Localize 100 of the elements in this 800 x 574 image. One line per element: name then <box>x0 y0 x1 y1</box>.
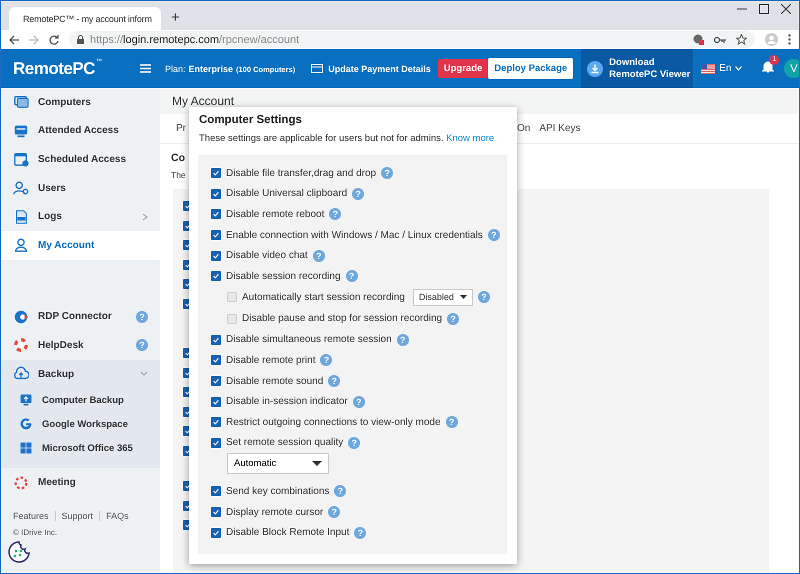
star-icon[interactable] <box>736 34 747 45</box>
browser-tab[interactable]: RemotePC™ - my account inform <box>9 7 161 30</box>
checkbox[interactable] <box>211 438 221 448</box>
connector-icon <box>13 308 29 325</box>
setting-label: Disable pause and stop for session recording <box>242 313 442 324</box>
checkbox[interactable] <box>211 250 221 261</box>
tab[interactable]: Pr <box>176 123 186 134</box>
section-text: The <box>171 170 186 180</box>
monitor-icon <box>13 94 29 110</box>
setting-label: Restrict outgoing connections to view-only mode <box>226 416 441 428</box>
chevron-down-icon <box>735 66 742 71</box>
plan-label: Plan: <box>164 64 186 74</box>
monitor-icon <box>13 122 29 139</box>
setting-label: Disable Block Remote Input <box>226 527 350 538</box>
bell-icon[interactable] <box>762 60 774 72</box>
tab[interactable]: On <box>517 123 530 134</box>
setting-label: Automatically start session recording <box>242 292 405 303</box>
setting-label: Disable Universal clipboard <box>226 188 348 200</box>
download-icon <box>587 60 604 76</box>
deploy-button[interactable]: Deploy Package <box>488 58 574 79</box>
setting-label: Send key combinations <box>226 486 330 497</box>
monitor-upload-icon <box>19 393 33 408</box>
footer-link[interactable]: Support <box>54 510 100 521</box>
checkbox[interactable] <box>211 188 221 199</box>
sidebar-item[interactable]: Attended Access <box>1 116 160 146</box>
setting-label: Enable connection with Windows / Mac / Linux credentials <box>226 230 483 241</box>
checkbox[interactable] <box>211 417 221 428</box>
know-more-link[interactable]: Know more <box>446 133 494 144</box>
lifebuoy-icon <box>13 337 29 354</box>
setting-label: Disable simultaneous remote session <box>226 334 392 346</box>
setting-label: Display remote cursor <box>226 506 324 518</box>
sidebar-item[interactable]: RDP Connector ? <box>1 302 160 332</box>
checkbox[interactable] <box>227 292 237 302</box>
section-title: Co <box>171 152 185 164</box>
setting-label: Disable remote sound <box>226 376 324 387</box>
payment-link[interactable]: Update Payment Details <box>328 64 431 74</box>
checkbox[interactable] <box>211 486 221 496</box>
checkbox[interactable] <box>211 209 221 220</box>
checkbox[interactable] <box>211 168 221 178</box>
key-icon[interactable] <box>714 36 726 44</box>
new-tab-button[interactable]: + <box>171 9 180 26</box>
caret-icon <box>312 461 322 466</box>
address-bar[interactable]: https://login.remotepc.com/rpcnew/account <box>69 31 755 48</box>
setting-label: Disable remote reboot <box>226 208 324 220</box>
avatar[interactable]: V <box>784 59 799 78</box>
g-letter-icon <box>19 417 33 432</box>
dialog-title: Computer Settings <box>199 114 303 126</box>
close-icon[interactable] <box>781 4 791 14</box>
sidebar-item[interactable]: My Account <box>1 230 160 260</box>
more-icon[interactable] <box>788 34 791 45</box>
setting-label: Disable remote print <box>226 354 316 366</box>
dropdown[interactable]: Disabled <box>412 288 473 306</box>
footer-link[interactable]: Features <box>13 510 55 521</box>
setting-label: Disable in-session indicator <box>226 396 348 408</box>
user-icon <box>13 237 29 254</box>
sidebar-subitem[interactable]: Microsoft Office 365 <box>1 436 160 460</box>
checkbox[interactable] <box>211 528 221 538</box>
checkbox[interactable] <box>211 230 221 240</box>
dropdown[interactable]: Automatic <box>227 453 329 474</box>
upgrade-button[interactable]: Upgrade <box>438 59 488 78</box>
cookie-icon[interactable] <box>8 540 30 563</box>
setting-label: Disable file transfer,drag and drop <box>226 168 376 179</box>
download-button[interactable]: Download RemotePC Viewer <box>581 49 694 88</box>
user-gear-icon <box>13 180 29 196</box>
dialog-note: These settings are applicable for users but not for admins. Know more <box>199 133 496 144</box>
sidebar-item[interactable]: Computers <box>1 88 160 117</box>
checkbox[interactable] <box>211 396 221 407</box>
maximize-icon[interactable] <box>759 4 769 14</box>
sidebar-item[interactable]: Backup <box>1 360 160 388</box>
checkbox[interactable] <box>211 334 221 345</box>
sidebar-item[interactable]: Users <box>1 174 160 202</box>
calendar-icon <box>13 151 29 168</box>
checkbox[interactable] <box>211 507 221 518</box>
plan-name: Enterprise <box>188 64 234 74</box>
sidebar-item[interactable]: Meeting <box>1 468 160 497</box>
reload-icon[interactable] <box>49 34 59 44</box>
copyright: © IDrive Inc. <box>13 528 58 537</box>
chevron-right-icon <box>142 212 148 221</box>
sidebar-subitem[interactable]: Google Workspace <box>1 412 160 436</box>
menu-icon[interactable] <box>140 64 151 73</box>
globe-icon[interactable] <box>693 34 704 45</box>
sidebar-subitem[interactable]: Computer Backup <box>1 388 160 412</box>
checkbox[interactable] <box>227 314 237 324</box>
tab[interactable]: API Keys <box>539 123 580 134</box>
lock-icon <box>77 35 84 44</box>
caret-icon <box>460 295 467 300</box>
windows-grid-icon <box>19 441 33 456</box>
sidebar-item[interactable]: Scheduled Access <box>1 145 160 174</box>
document-icon <box>13 208 29 225</box>
setting-label: Set remote session quality <box>226 437 344 448</box>
back-icon[interactable] <box>9 34 19 44</box>
sidebar-item[interactable]: HelpDesk ? <box>1 331 160 360</box>
card-icon <box>311 64 324 73</box>
checkbox[interactable] <box>211 376 221 386</box>
checkbox[interactable] <box>211 355 221 366</box>
language-selector[interactable]: En <box>701 63 742 74</box>
checkbox[interactable] <box>211 271 221 282</box>
footer-link[interactable]: FAQs <box>99 510 135 521</box>
sidebar-item[interactable]: Logs <box>1 202 160 231</box>
flag-icon <box>701 64 716 74</box>
